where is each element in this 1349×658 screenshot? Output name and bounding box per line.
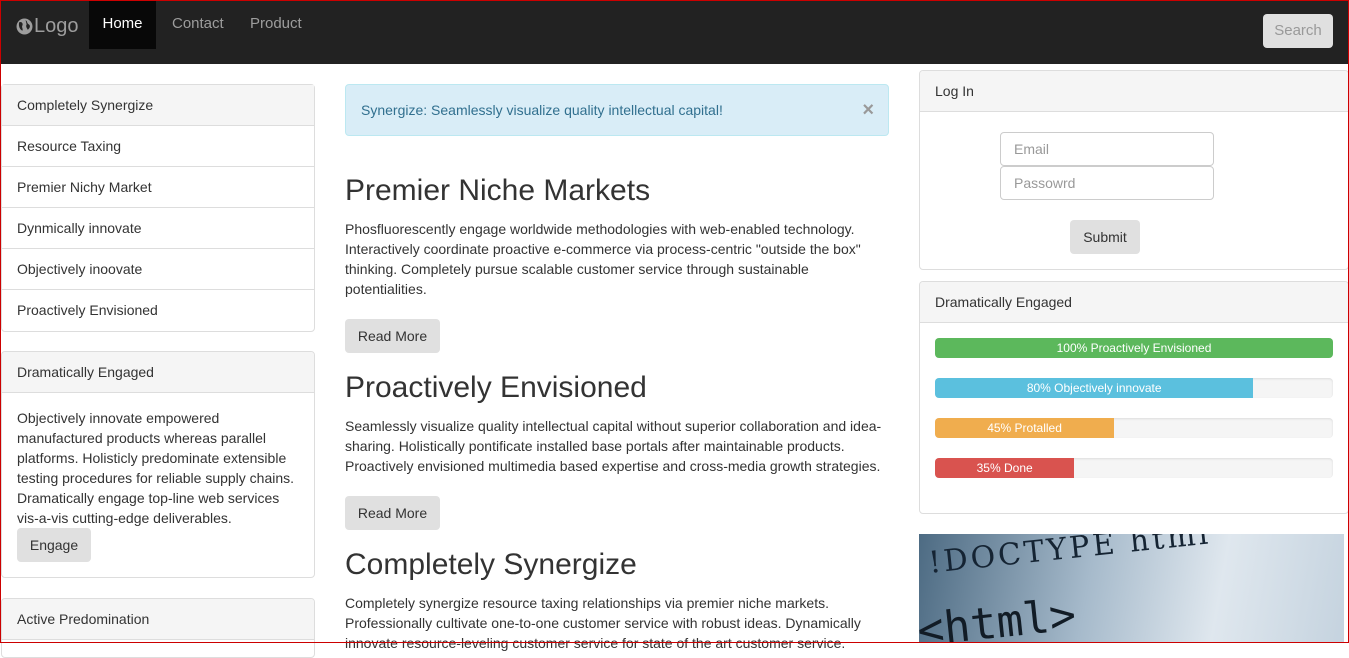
password-field[interactable]: Passowrd bbox=[1000, 166, 1214, 200]
progress-track: 80% Objectively innovate bbox=[935, 378, 1333, 398]
progress-panel-heading: Dramatically Engaged bbox=[920, 282, 1348, 323]
progress-track: 45% Protalled bbox=[935, 418, 1333, 438]
progress-track: 35% Done bbox=[935, 458, 1333, 478]
engaged-panel-body: Objectively innovate empowered manufactu… bbox=[2, 393, 314, 577]
article-body: Completely synergize resource taxing rel… bbox=[345, 595, 861, 651]
article-title: Completely Synergize bbox=[345, 548, 637, 581]
engaged-panel-heading: Dramatically Engaged bbox=[2, 352, 314, 393]
sidebar-item-resource-taxing[interactable]: Resource Taxing bbox=[2, 126, 314, 167]
image-doctype-text: !DOCTYPE html bbox=[927, 534, 1213, 581]
submit-button[interactable]: Submit bbox=[1070, 220, 1140, 254]
engage-button[interactable]: Engage bbox=[17, 528, 91, 562]
engaged-panel: Dramatically Engaged Objectively innovat… bbox=[1, 351, 315, 578]
close-icon[interactable]: × bbox=[862, 85, 874, 135]
brand-logo[interactable]: Logo bbox=[16, 14, 79, 38]
active-panel-heading: Active Predomination bbox=[2, 599, 314, 640]
search-button[interactable]: Search bbox=[1263, 14, 1333, 48]
logo-text: Logo bbox=[34, 14, 79, 37]
globe-icon bbox=[16, 18, 33, 34]
article-body: Phosfluorescently engage worldwide metho… bbox=[345, 221, 861, 297]
active-predomination-panel: Active Predomination bbox=[1, 598, 315, 658]
nav-product[interactable]: Product bbox=[234, 1, 318, 49]
progress-bar: 80% Objectively innovate bbox=[935, 378, 1254, 398]
progress-bar: 45% Protalled bbox=[935, 418, 1115, 438]
article-body: Seamlessly visualize quality intellectua… bbox=[345, 418, 882, 474]
sidebar-item-dynmically-innovate[interactable]: Dynmically innovate bbox=[2, 208, 314, 249]
html-code-image: !DOCTYPE html <html> bbox=[919, 534, 1344, 643]
alert-text: Synergize: Seamlessly visualize quality … bbox=[361, 102, 723, 118]
progress-bar: 100% Proactively Envisioned bbox=[935, 338, 1333, 358]
read-more-button[interactable]: Read More bbox=[345, 496, 440, 530]
sidebar-item-completely-synergize[interactable]: Completely Synergize bbox=[2, 85, 314, 126]
read-more-button[interactable]: Read More bbox=[345, 319, 440, 353]
progress-track: 100% Proactively Envisioned bbox=[935, 338, 1333, 358]
sidebar-item-objectively-inoovate[interactable]: Objectively inoovate bbox=[2, 249, 314, 290]
sidebar-item-proactively-envisioned[interactable]: Proactively Envisioned bbox=[2, 290, 314, 331]
engaged-panel-text: Objectively innovate empowered manufactu… bbox=[17, 410, 295, 526]
image-html-text: <html> bbox=[919, 589, 1079, 643]
article-title: Proactively Envisioned bbox=[345, 371, 647, 404]
nav-contact[interactable]: Contact bbox=[156, 1, 240, 49]
info-alert: Synergize: Seamlessly visualize quality … bbox=[345, 84, 889, 136]
sidebar-item-premier-nichy-market[interactable]: Premier Nichy Market bbox=[2, 167, 314, 208]
nav-home[interactable]: Home bbox=[89, 1, 156, 49]
progress-bar: 35% Done bbox=[935, 458, 1075, 478]
login-panel-heading: Log In bbox=[920, 71, 1348, 112]
article-title: Premier Niche Markets bbox=[345, 174, 651, 207]
sidebar-list: Completely Synergize Resource Taxing Pre… bbox=[1, 84, 315, 332]
email-field[interactable]: Email bbox=[1000, 132, 1214, 166]
top-navbar: Logo Home Contact Product Search bbox=[0, 0, 1349, 64]
